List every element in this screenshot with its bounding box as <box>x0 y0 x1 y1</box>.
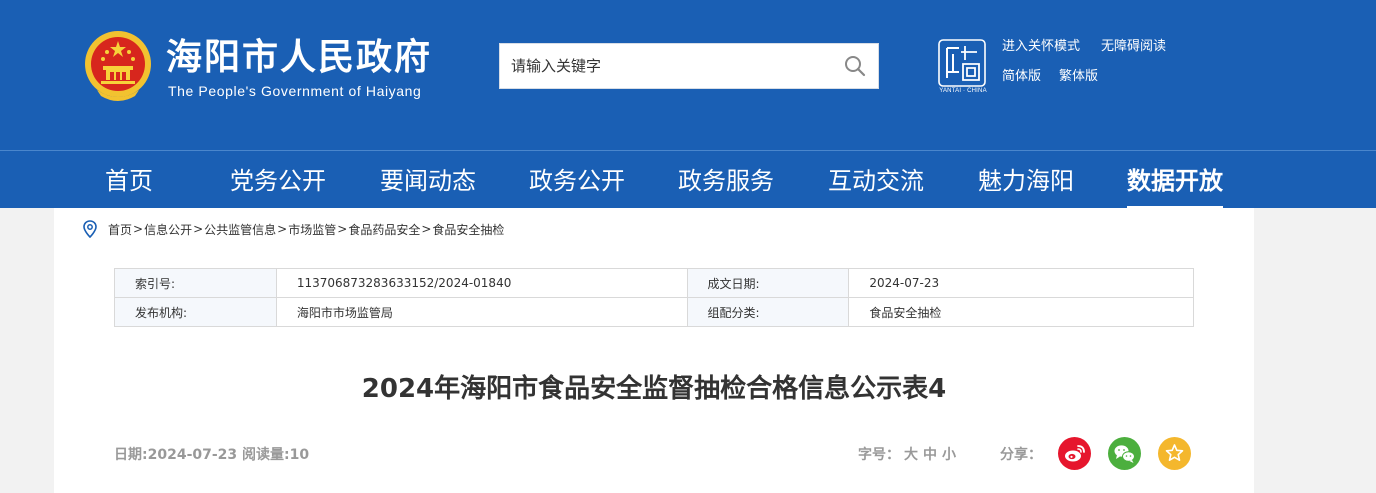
index-number-label: 索引号: <box>114 268 277 298</box>
wechat-icon <box>1114 445 1135 463</box>
breadcrumb: 首页 > 信息公开 > 公共监管信息 > 市场监管 > 食品药品安全 > 食品安… <box>82 219 504 239</box>
search-box <box>499 43 879 89</box>
font-large-button[interactable]: 大 <box>904 444 918 464</box>
share-wechat-button[interactable] <box>1108 437 1141 470</box>
publisher-value: 海阳市市场监管局 <box>275 297 688 327</box>
breadcrumb-food-drug-safety[interactable]: 食品药品安全 <box>348 221 420 238</box>
city-logo-caption: YANTAI · CHINA <box>939 88 987 94</box>
breadcrumb-separator: > <box>133 222 144 236</box>
nav-item-home[interactable]: 首页 <box>105 166 153 196</box>
traditional-chinese-link[interactable]: 繁体版 <box>1059 65 1098 84</box>
article-info: 日期:2024-07-23 阅读量:10 <box>114 447 310 463</box>
share-label: 分享： <box>1000 447 1042 463</box>
font-small-button[interactable]: 小 <box>942 444 956 464</box>
category-label: 组配分类: <box>686 297 850 327</box>
share-weibo-button[interactable] <box>1058 437 1091 470</box>
search-input[interactable] <box>500 44 830 88</box>
breadcrumb-separator: > <box>421 222 432 236</box>
breadcrumb-food-sampling[interactable]: 食品安全抽检 <box>432 221 504 238</box>
table-row: 索引号: 113706873283633152/2024-01840 成文日期:… <box>114 268 1194 298</box>
breadcrumb-separator: > <box>193 222 204 236</box>
simplified-chinese-link[interactable]: 简体版 <box>1002 65 1041 84</box>
breadcrumb-market-supervision[interactable]: 市场监管 <box>288 221 336 238</box>
page-title: 2024年海阳市食品安全监督抽检合格信息公示表4 <box>361 374 947 404</box>
breadcrumb-info-disclosure[interactable]: 信息公开 <box>144 221 192 238</box>
weibo-icon <box>1065 445 1085 462</box>
written-date-label: 成文日期: <box>686 268 850 298</box>
star-icon <box>1165 444 1184 462</box>
publisher-label: 发布机构: <box>114 297 277 327</box>
category-value: 食品安全抽检 <box>848 297 1194 327</box>
national-emblem-icon[interactable] <box>83 28 153 102</box>
site-header: 海阳市人民政府 The People's Government of Haiya… <box>0 0 1376 150</box>
search-icon[interactable] <box>844 55 866 77</box>
site-title[interactable]: 海阳市人民政府 <box>166 36 432 80</box>
table-row: 发布机构: 海阳市市场监管局 组配分类: 食品安全抽检 <box>114 297 1194 327</box>
document-meta-table: 索引号: 113706873283633152/2024-01840 成文日期:… <box>114 268 1194 327</box>
breadcrumb-public-supervision[interactable]: 公共监管信息 <box>204 221 276 238</box>
font-medium-button[interactable]: 中 <box>923 444 937 464</box>
site-subtitle: The People's Government of Haiyang <box>168 83 422 99</box>
font-size-label: 字号： <box>858 447 900 463</box>
nav-item-interaction[interactable]: 互动交流 <box>828 166 924 196</box>
care-mode-link[interactable]: 进入关怀模式 <box>1002 35 1080 54</box>
breadcrumb-home[interactable]: 首页 <box>108 221 132 238</box>
location-pin-icon <box>83 220 97 238</box>
nav-item-gov-services[interactable]: 政务服务 <box>678 166 774 196</box>
main-nav: 首页 党务公开 要闻动态 政务公开 政务服务 互动交流 魅力海阳 数据开放 <box>0 150 1376 209</box>
written-date-value: 2024-07-23 <box>848 268 1194 298</box>
nav-item-open-data[interactable]: 数据开放 <box>1127 166 1223 196</box>
nav-item-gov-affairs[interactable]: 政务公开 <box>529 166 625 196</box>
nav-item-party-affairs[interactable]: 党务公开 <box>230 166 326 196</box>
share-favorite-button[interactable] <box>1158 437 1191 470</box>
nav-item-charm-haiyang[interactable]: 魅力海阳 <box>978 166 1074 196</box>
breadcrumb-separator: > <box>337 222 348 236</box>
nav-item-news[interactable]: 要闻动态 <box>380 166 476 196</box>
breadcrumb-separator: > <box>277 222 288 236</box>
accessible-reading-link[interactable]: 无障碍阅读 <box>1101 35 1166 54</box>
index-number-value: 113706873283633152/2024-01840 <box>275 268 688 298</box>
